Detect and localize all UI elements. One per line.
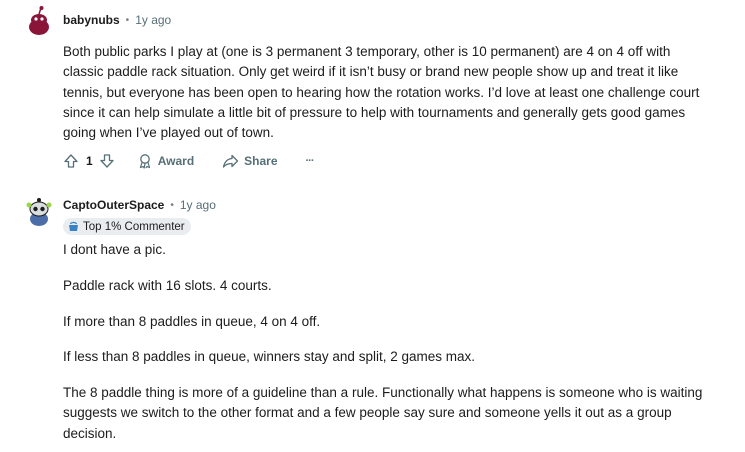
vote-count: 1: [86, 154, 93, 168]
comment-body: Both public parks I play at (one is 3 pe…: [63, 42, 713, 143]
top-commenter-icon: [68, 221, 79, 232]
comment-paragraph: The 8 paddle thing is more of a guidelin…: [63, 385, 703, 441]
award-ribbon-icon: [137, 153, 153, 169]
comment-age: 1y ago: [135, 13, 172, 27]
share-button[interactable]: Share: [222, 153, 278, 169]
comment-body: I dont have a pic. Paddle rack with 16 s…: [63, 240, 713, 444]
author-name[interactable]: CaptoOuterSpace: [63, 198, 164, 212]
badge-label: Top 1% Commenter: [83, 220, 185, 233]
award-button[interactable]: Award: [137, 153, 194, 169]
upvote-arrow-icon: [63, 153, 79, 169]
share-label: Share: [244, 154, 278, 168]
more-options-button[interactable]: ···: [306, 155, 315, 167]
downvote-arrow-icon: [99, 153, 115, 169]
avatar[interactable]: [24, 196, 54, 226]
comment-paragraph: If less than 8 paddles in queue, winners…: [63, 349, 475, 365]
comment-paragraph: I dont have a pic.: [63, 242, 166, 257]
separator-dot: •: [125, 14, 130, 26]
avatar[interactable]: [24, 5, 54, 35]
author-name[interactable]: babynubs: [63, 13, 120, 27]
comment-meta: CaptoOuterSpace • 1y ago: [63, 198, 216, 212]
award-label: Award: [157, 154, 195, 168]
comment-paragraph: If more than 8 paddles in queue, 4 on 4 …: [63, 313, 321, 329]
comment-age: 1y ago: [179, 198, 216, 212]
upvote-button[interactable]: [63, 153, 79, 169]
separator-dot: •: [170, 199, 174, 211]
comment-actions: 1 Award Share ···: [63, 153, 315, 169]
comment-meta: babynubs • 1y ago: [63, 13, 171, 27]
status-badge: Top 1% Commenter: [63, 218, 191, 235]
downvote-button[interactable]: [99, 153, 115, 169]
share-arrow-icon: [222, 153, 239, 169]
comment-paragraph: Both public parks I play at (one is 3 pe…: [63, 44, 700, 141]
comment-paragraph: Paddle rack with 16 slots. 4 courts.: [63, 277, 272, 293]
